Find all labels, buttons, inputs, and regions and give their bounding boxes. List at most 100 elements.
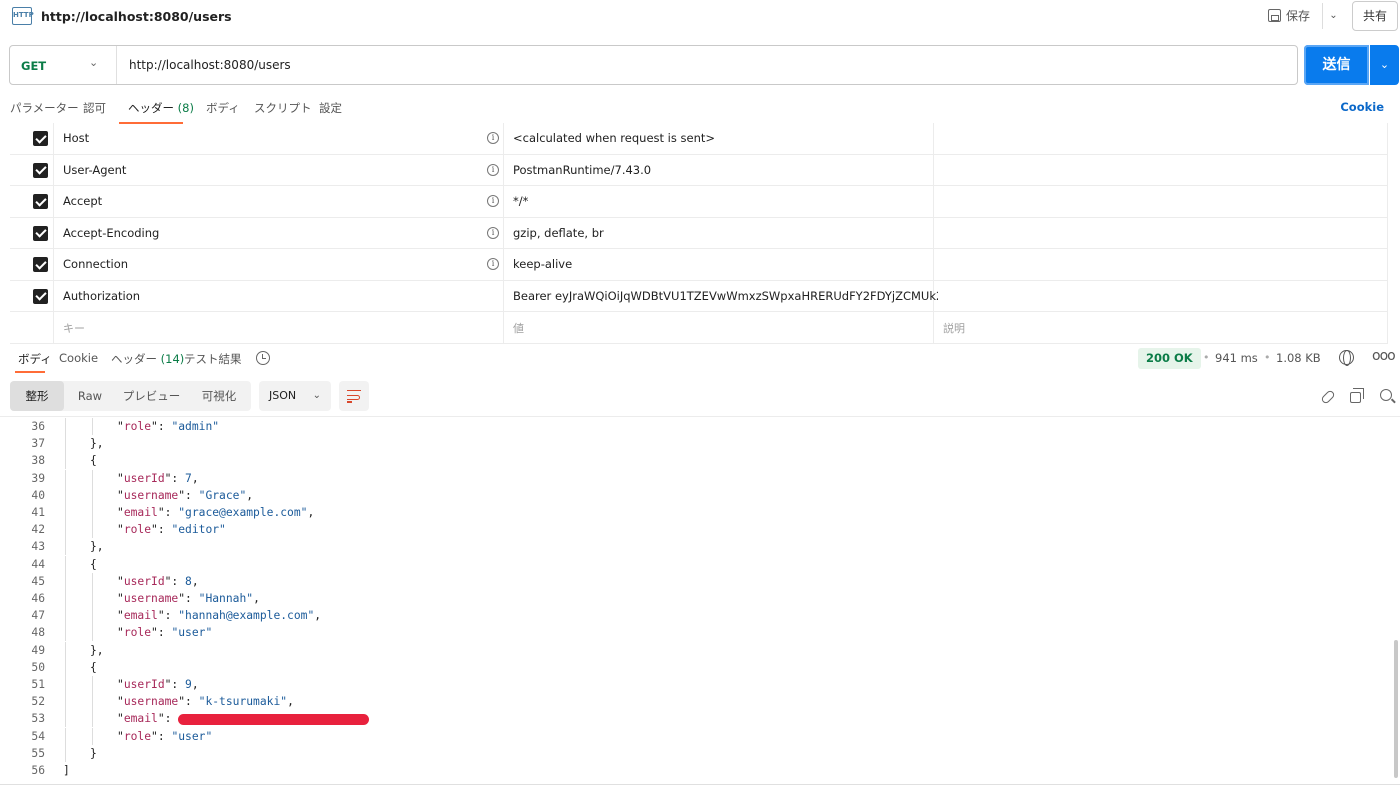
tab-headers[interactable]: ヘッダー (8) bbox=[128, 100, 194, 116]
header-value: <calculated when request is sent> bbox=[513, 131, 716, 145]
info-icon[interactable]: i bbox=[487, 195, 499, 207]
header-description-cell[interactable] bbox=[934, 280, 1388, 312]
indent-guide bbox=[65, 469, 66, 487]
header-value-cell[interactable]: <calculated when request is sent> bbox=[504, 123, 934, 154]
response-tab-headers-count: (14) bbox=[160, 352, 185, 366]
json-value: "k-tsurumaki" bbox=[198, 695, 288, 709]
header-enabled-checkbox[interactable] bbox=[33, 194, 48, 209]
response-time[interactable]: 941 ms bbox=[1215, 351, 1258, 365]
header-value-cell[interactable]: */* bbox=[504, 186, 934, 217]
more-options-icon[interactable]: ooo bbox=[1372, 348, 1396, 364]
header-key-cell[interactable]: Accept-Encoding i bbox=[54, 217, 504, 249]
header-value-cell[interactable]: gzip, deflate, br bbox=[504, 217, 934, 249]
tab-auth[interactable]: 認可 bbox=[83, 100, 106, 116]
info-icon[interactable]: i bbox=[487, 132, 499, 144]
new-header-key-input[interactable]: キー bbox=[54, 312, 504, 343]
link-icon[interactable] bbox=[1320, 389, 1336, 405]
indent-guide bbox=[92, 590, 93, 607]
tab-settings[interactable]: 設定 bbox=[319, 100, 342, 116]
header-enabled-checkbox[interactable] bbox=[33, 288, 48, 304]
header-description-cell[interactable] bbox=[934, 186, 1388, 217]
response-tabs: ボディ Cookie ヘッダー (14) テスト結果 200 OK • 941 … bbox=[0, 348, 1400, 373]
code-scrollbar[interactable] bbox=[1394, 640, 1398, 778]
response-tab-headers[interactable]: ヘッダー (14) bbox=[111, 351, 184, 367]
info-icon[interactable]: i bbox=[487, 163, 499, 176]
view-mode-pretty[interactable]: 整形 bbox=[10, 381, 64, 411]
line-number: 51 bbox=[31, 678, 45, 691]
copy-icon[interactable] bbox=[1350, 388, 1364, 403]
send-button[interactable]: 送信 bbox=[1304, 45, 1369, 85]
globe-icon[interactable] bbox=[1339, 350, 1354, 366]
json-punct: ": bbox=[164, 471, 186, 485]
json-punct: " bbox=[117, 471, 124, 485]
header-key-cell[interactable]: Authorization bbox=[54, 280, 504, 312]
header-value-cell[interactable]: PostmanRuntime/7.43.0 bbox=[504, 154, 934, 186]
send-options-chevron-down-icon[interactable]: ⌄ bbox=[1370, 45, 1399, 85]
line-number: 41 bbox=[31, 506, 45, 519]
code-text: { bbox=[90, 454, 97, 468]
indent-guide bbox=[65, 486, 66, 504]
header-key-cell[interactable]: User-Agent i bbox=[54, 154, 504, 186]
bottom-divider bbox=[0, 784, 1400, 785]
save-options-chevron-down-icon[interactable]: ⌄ bbox=[1322, 3, 1344, 29]
header-key-cell[interactable]: Connection i bbox=[54, 249, 504, 280]
header-row: Authorization Bearer eyJraWQiOiJqWDBtVU1T… bbox=[10, 280, 1388, 312]
header-enabled-checkbox[interactable] bbox=[33, 225, 48, 241]
header-enabled-checkbox[interactable] bbox=[33, 131, 48, 146]
share-button[interactable]: 共有 bbox=[1352, 1, 1398, 31]
request-tab-title[interactable]: http://localhost:8080/users bbox=[41, 9, 232, 24]
header-description-cell[interactable] bbox=[934, 123, 1388, 154]
search-icon[interactable] bbox=[1380, 389, 1392, 401]
format-select[interactable]: JSON ⌄ bbox=[259, 381, 331, 411]
code-line: 46 "username": "Hannah", bbox=[0, 590, 1400, 607]
tab-scripts[interactable]: スクリプト bbox=[254, 100, 312, 116]
json-key: email bbox=[123, 506, 158, 519]
header-description-cell[interactable] bbox=[934, 249, 1388, 280]
status-badge[interactable]: 200 OK bbox=[1138, 348, 1201, 369]
top-bar: HTTP http://localhost:8080/users 保存 ⌄ 共有 bbox=[0, 0, 1400, 34]
line-number: 54 bbox=[31, 729, 45, 743]
new-header-value-input[interactable]: 値 bbox=[504, 312, 934, 343]
code-line: 40 "username": "Grace", bbox=[0, 486, 1400, 504]
indent-guide bbox=[65, 744, 66, 762]
header-description-cell[interactable] bbox=[934, 154, 1388, 186]
header-key-cell[interactable]: Host i bbox=[54, 123, 504, 154]
header-enabled-checkbox[interactable] bbox=[33, 257, 48, 272]
code-text: }, bbox=[90, 643, 104, 657]
request-tabs: パラメーター 認可 ヘッダー (8) ボディ スクリプト 設定 Cookie bbox=[0, 96, 1400, 124]
view-mode-visualize[interactable]: 可視化 bbox=[187, 381, 251, 411]
history-icon[interactable] bbox=[256, 351, 270, 365]
response-tab-cookie[interactable]: Cookie bbox=[59, 351, 98, 365]
view-mode-preview[interactable]: プレビュー bbox=[116, 381, 187, 411]
info-icon[interactable]: i bbox=[487, 258, 499, 270]
header-row: Accept i */* bbox=[10, 186, 1388, 218]
code-line: 52 "username": "k-tsurumaki", bbox=[0, 693, 1400, 711]
cookie-link[interactable]: Cookie bbox=[1340, 100, 1384, 114]
save-button[interactable]: 保存 bbox=[1268, 7, 1310, 24]
header-value: gzip, deflate, br bbox=[513, 225, 604, 240]
method-chevron-down-icon[interactable]: ⌄ bbox=[89, 56, 98, 69]
response-tab-body[interactable]: ボディ bbox=[18, 351, 52, 367]
header-key-cell[interactable]: Accept i bbox=[54, 186, 504, 217]
line-number: 55 bbox=[31, 746, 45, 760]
header-enabled-checkbox[interactable] bbox=[33, 162, 48, 178]
tab-params[interactable]: パラメーター bbox=[10, 100, 79, 116]
header-value-cell[interactable]: keep-alive bbox=[504, 249, 934, 280]
new-header-description-input[interactable]: 説明 bbox=[934, 312, 1388, 343]
url-input[interactable]: http://localhost:8080/users bbox=[129, 58, 291, 72]
method-select[interactable]: GET bbox=[21, 59, 46, 73]
indent-guide bbox=[65, 641, 66, 659]
url-divider bbox=[116, 46, 117, 84]
response-body-code[interactable]: 36 "role": "admin" 37}, 38{39 "userId": 7, 40… bbox=[0, 418, 1400, 780]
tab-body[interactable]: ボディ bbox=[206, 100, 240, 116]
json-value: 8 bbox=[185, 574, 192, 588]
wrap-lines-button[interactable] bbox=[339, 381, 369, 411]
view-mode-raw[interactable]: Raw bbox=[64, 381, 116, 411]
header-description-cell[interactable] bbox=[934, 217, 1388, 249]
response-tab-test-results[interactable]: テスト結果 bbox=[184, 351, 242, 367]
json-key: email bbox=[123, 609, 158, 623]
info-icon[interactable]: i bbox=[487, 226, 499, 239]
header-value-cell[interactable]: Bearer eyJraWQiOiJqWDBtVU1TZEVwWmxzSWpxa… bbox=[504, 280, 938, 312]
response-size[interactable]: 1.08 KB bbox=[1276, 351, 1321, 365]
indent-guide bbox=[65, 504, 66, 521]
